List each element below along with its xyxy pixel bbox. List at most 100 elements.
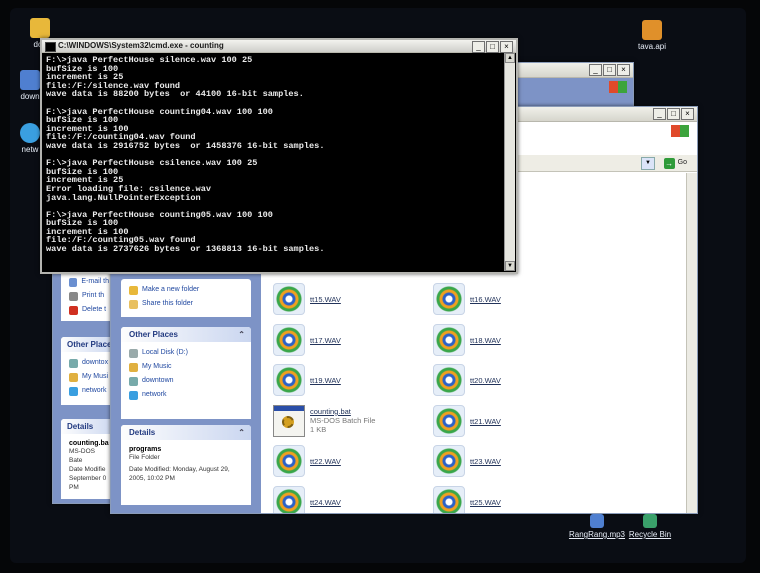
minimize-button[interactable]: _ xyxy=(589,64,602,76)
console-line: wave data is 2916752 bytes or 1458376 16… xyxy=(46,140,325,151)
email-icon xyxy=(69,277,78,287)
computer-icon xyxy=(20,70,40,90)
minimize-button[interactable]: _ xyxy=(472,41,485,53)
media-player-icon xyxy=(433,486,465,513)
file-item[interactable]: tt16.WAV xyxy=(433,283,583,315)
computer-icon xyxy=(69,358,78,368)
media-player-icon xyxy=(433,445,465,478)
file-item[interactable]: tt22.WAV xyxy=(273,445,423,478)
console-line: wave data is 2737626 bytes or 1368813 16… xyxy=(46,244,325,255)
vertical-scrollbar[interactable] xyxy=(686,173,697,513)
media-player-icon xyxy=(433,323,465,356)
folder-tasks-panel: Make a new folder Share this folder xyxy=(121,279,251,317)
place-network[interactable]: network xyxy=(129,388,243,402)
file-name: tt25.WAV xyxy=(470,498,501,507)
go-arrow-icon: → xyxy=(663,157,675,169)
file-name: tt16.WAV xyxy=(470,295,501,304)
file-name: tt20.WAV xyxy=(470,376,501,386)
share-folder-icon xyxy=(129,299,138,309)
other-places-header[interactable]: Other Places xyxy=(61,337,117,352)
media-player-icon xyxy=(273,283,305,315)
media-player-icon xyxy=(433,364,465,397)
file-name: tt15.WAV xyxy=(310,295,341,304)
cmd-window[interactable]: C:\WINDOWS\System32\cmd.exe - counting _… xyxy=(40,38,518,274)
media-player-icon xyxy=(273,486,305,513)
scroll-down-button[interactable]: ▼ xyxy=(505,261,515,271)
console-scrollbar[interactable]: ▲ ▼ xyxy=(504,53,515,271)
file-item[interactable]: tt19.WAV xyxy=(273,364,423,397)
desktop-icon-tava-api[interactable]: tava.api xyxy=(622,20,682,51)
close-button[interactable]: × xyxy=(681,108,694,120)
place-downtown[interactable]: downtox xyxy=(69,356,109,370)
scroll-up-button[interactable]: ▲ xyxy=(505,53,515,63)
network-icon xyxy=(20,123,40,143)
file-name: tt21.WAV xyxy=(470,416,501,426)
task-delete[interactable]: Delete t xyxy=(69,303,109,317)
file-item[interactable]: tt18.WAV xyxy=(433,323,583,356)
close-button[interactable]: × xyxy=(500,41,513,53)
task-email[interactable]: E-mail th xyxy=(69,275,109,289)
go-button[interactable]: → Go xyxy=(663,157,687,169)
file-item[interactable]: tt20.WAV xyxy=(433,364,583,397)
file-item[interactable]: tt17.WAV xyxy=(273,323,423,356)
file-item[interactable]: tt24.WAV xyxy=(273,486,423,513)
file-name: tt22.WAV xyxy=(310,457,341,467)
other-places-header[interactable]: Other Places ⌃ xyxy=(121,327,251,342)
place-network[interactable]: network xyxy=(69,384,109,398)
console-icon xyxy=(45,42,56,52)
task-share-folder[interactable]: Share this folder xyxy=(129,297,243,311)
disk-drive-icon xyxy=(129,348,138,358)
file-item[interactable]: tt25.WAV xyxy=(433,486,583,513)
other-places-panel: Other Places ⌃ Local Disk (D:) My Music … xyxy=(121,327,251,419)
details-header[interactable]: Details ⌃ xyxy=(121,425,251,440)
media-player-icon xyxy=(273,323,305,356)
collapse-chevron-icon[interactable]: ⌃ xyxy=(238,327,245,342)
console-output[interactable]: F:\>java PerfectHouse silence.wav 100 25… xyxy=(46,56,504,268)
file-name: counting.bat xyxy=(310,406,351,416)
media-player-icon xyxy=(273,445,305,478)
maximize-button[interactable]: □ xyxy=(486,41,499,53)
maximize-button[interactable]: □ xyxy=(603,64,616,76)
media-player-icon xyxy=(273,364,305,397)
place-my-music[interactable]: My Musi xyxy=(69,370,109,384)
key-icon xyxy=(642,20,662,40)
file-name: tt24.WAV xyxy=(310,498,341,507)
place-downtown[interactable]: downtown xyxy=(129,374,243,388)
new-folder-icon xyxy=(129,285,138,295)
network-icon xyxy=(69,386,78,396)
minimize-button[interactable]: _ xyxy=(653,108,666,120)
details-panel: Details counting.ba MS-DOS Bate Date Mod… xyxy=(61,419,117,499)
delete-icon xyxy=(69,305,78,315)
file-tasks-panel: E-mail th Print th Delete t xyxy=(61,271,117,321)
file-name: tt19.WAV xyxy=(310,376,341,386)
collapse-chevron-icon[interactable]: ⌃ xyxy=(238,425,245,440)
task-make-new-folder[interactable]: Make a new folder xyxy=(129,283,243,297)
media-player-icon xyxy=(433,404,465,437)
file-name: tt17.WAV xyxy=(310,335,341,345)
audio-file-icon xyxy=(590,514,604,528)
recycle-bin-icon xyxy=(643,514,657,528)
address-dropdown-button[interactable]: ▼ xyxy=(641,157,655,170)
place-my-music[interactable]: My Music xyxy=(129,360,243,374)
batch-file-icon xyxy=(273,404,305,437)
file-type: MS-DOS Batch File xyxy=(310,415,376,425)
file-item[interactable]: tt21.WAV xyxy=(433,404,583,437)
maximize-button[interactable]: □ xyxy=(667,108,680,120)
gear-icon xyxy=(282,415,294,428)
file-item[interactable]: tt23.WAV xyxy=(433,445,583,478)
windows-logo-icon xyxy=(671,125,689,137)
task-print[interactable]: Print th xyxy=(69,289,109,303)
details-header[interactable]: Details xyxy=(61,419,117,434)
place-local-disk[interactable]: Local Disk (D:) xyxy=(129,346,243,360)
close-button[interactable]: × xyxy=(617,64,630,76)
title-bar[interactable]: C:\WINDOWS\System32\cmd.exe - counting _… xyxy=(42,40,516,53)
desktop-icon-recycle-bin[interactable]: Recycle Bin xyxy=(620,514,680,539)
file-item[interactable]: counting.bat MS-DOS Batch File 1 KB xyxy=(273,404,423,437)
console-line: wave data is 88200 bytes or 44100 16-bit… xyxy=(46,89,304,100)
computer-icon xyxy=(129,376,138,386)
media-player-icon xyxy=(433,283,465,315)
file-item[interactable]: tt15.WAV xyxy=(273,283,423,315)
windows-logo-icon xyxy=(609,81,627,93)
folder-icon xyxy=(30,18,50,38)
file-name: tt23.WAV xyxy=(470,457,501,467)
